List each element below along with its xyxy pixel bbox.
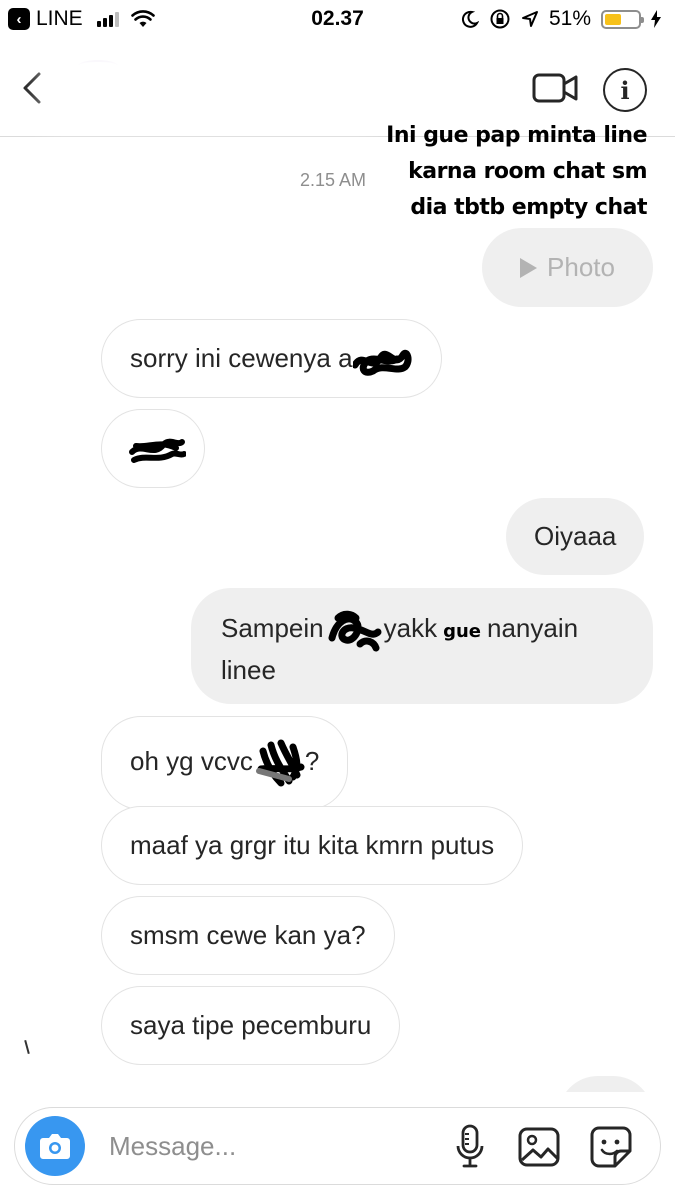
play-icon (520, 257, 538, 278)
incoming-message[interactable]: maaf ya grgr itu kita kmrn putus (101, 806, 524, 885)
moon-icon (461, 10, 479, 28)
incoming-message[interactable]: smsm cewe kan ya? (101, 896, 395, 975)
message-text: yakk (383, 612, 438, 643)
message-text: sorry ini cewenya a (130, 343, 353, 373)
info-icon[interactable]: i (603, 68, 647, 112)
outgoing-message[interactable]: Sampein yakk gue nanyain linee (191, 588, 653, 704)
message-timestamp: 2.15 AM (300, 170, 367, 190)
message-text: linee (221, 655, 276, 685)
message-input[interactable] (109, 1126, 429, 1166)
redaction-scribble (328, 610, 382, 652)
microphone-icon[interactable] (455, 1124, 485, 1170)
redacted-username[interactable] (60, 62, 360, 110)
annotation-line: karna room chat sm (408, 159, 647, 184)
message-text: smsm cewe kan ya? (130, 920, 366, 950)
gallery-icon[interactable] (517, 1126, 561, 1168)
sticker-icon[interactable] (589, 1125, 633, 1169)
photo-message[interactable]: Photo (482, 228, 653, 307)
status-bar: ‹ LINE 02.37 51% (0, 0, 675, 40)
incoming-message[interactable] (101, 409, 205, 488)
battery-level (605, 13, 622, 25)
location-arrow-icon (521, 11, 538, 27)
redaction-scribble (255, 739, 305, 787)
message-text: maaf ya grgr itu kita kmrn putus (130, 830, 495, 860)
message-text: oh yg vcvc (130, 745, 253, 776)
message-composer (14, 1107, 661, 1185)
annotation-line: dia tbtb empty chat (410, 195, 647, 220)
message-text: Oiyaaa (534, 521, 617, 551)
incoming-message[interactable]: sorry ini cewenya a (101, 319, 442, 399)
battery-percent: 51% (548, 7, 591, 30)
camera-button[interactable] (25, 1116, 85, 1176)
incoming-message[interactable]: oh yg vcvc? (101, 716, 349, 810)
message-text: Sampein (221, 612, 324, 643)
incoming-message[interactable]: saya tipe pecemburu (101, 986, 401, 1065)
annotation-text: Ini gue pap minta line karna room chat s… (386, 118, 647, 226)
charging-bolt-icon (651, 10, 661, 28)
chevron-left-icon[interactable] (18, 68, 48, 108)
message-text: saya tipe pecemburu (130, 1010, 372, 1040)
camera-icon (40, 1134, 70, 1159)
message-text: ? (304, 745, 320, 776)
gue-label: gue (443, 620, 482, 642)
redaction-scribble (129, 438, 186, 463)
annotation-line: Ini gue pap minta line (386, 123, 647, 148)
rotation-lock-icon (490, 9, 510, 29)
redaction-scribble (352, 350, 412, 376)
photo-label: Photo (547, 252, 615, 282)
outgoing-message[interactable]: Oiyaaa (506, 498, 645, 575)
message-text: nanyain (487, 612, 579, 643)
video-camera-icon[interactable] (531, 70, 579, 106)
status-right: 51% (461, 7, 661, 31)
stray-mark (24, 1039, 30, 1055)
battery-icon (601, 9, 644, 29)
